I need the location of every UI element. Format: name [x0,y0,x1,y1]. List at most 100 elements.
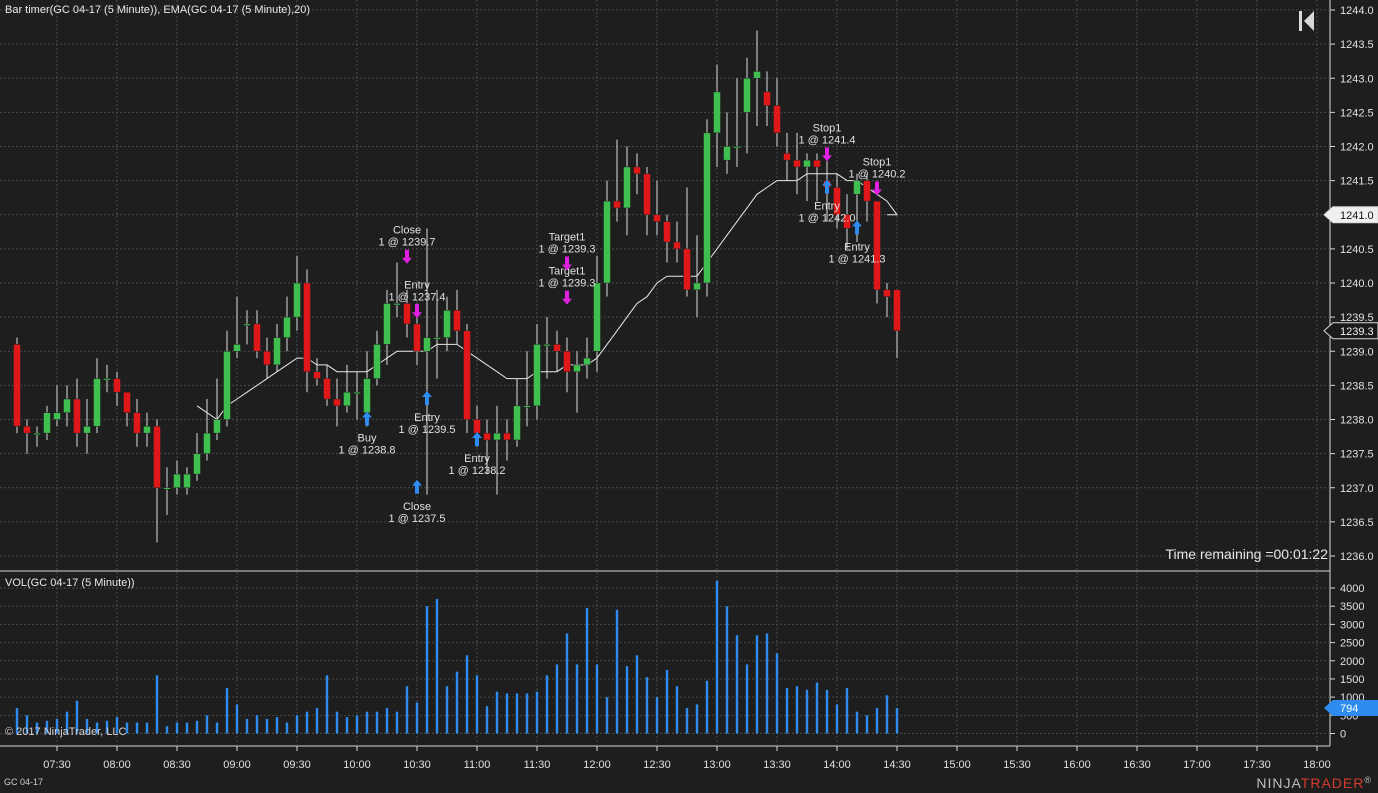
candle-up [373,344,381,379]
trade-label: Entry [414,412,440,424]
candle-up [243,323,251,326]
buy-arrow-marker: Buy1 @ 1238.8 [338,411,396,457]
volume-bars [15,580,899,734]
candle-up [533,344,541,407]
price-marker: 1241.0 [1323,206,1378,224]
volume-bar [635,655,639,734]
candle-up [853,180,861,195]
volume-bar [555,664,559,734]
volume-bar [875,708,879,734]
candle-up [743,78,751,113]
volume-bar [435,598,439,734]
candle-down [13,344,21,427]
volume-bar [685,708,689,734]
volume-bar [195,720,199,734]
candle-down [263,351,271,366]
volume-bar [345,717,349,734]
volume-bar [185,722,189,734]
volume-bar [155,675,159,734]
volume-bar [675,686,679,734]
time-tick-label: 13:30 [763,759,791,771]
candle-down [303,282,311,372]
volume-bar [515,693,519,734]
trade-detail: 1 @ 1238.2 [448,465,505,477]
candle-down [313,371,321,379]
candle-up [493,432,501,441]
volume-bar [545,675,549,734]
down-arrow-icon [412,304,422,319]
trade-detail: 1 @ 1239.7 [378,237,435,249]
volume-bar [755,635,759,734]
candle-down [73,398,81,434]
trade-label: Entry [404,279,430,291]
price-marker-label: 1239.3 [1340,326,1374,338]
candle-up [163,487,171,490]
candle-down [483,432,491,441]
volume-bar [165,726,169,734]
volume-bar [305,711,309,734]
candle-down [553,344,561,352]
trade-detail: 1 @ 1242.0 [798,212,855,224]
trade-detail: 1 @ 1240.2 [848,168,905,180]
volume-bar [745,664,749,734]
candle-down [253,323,261,352]
volume-bar [285,722,289,734]
volume-bar [235,704,239,734]
time-tick-label: 09:30 [283,759,311,771]
sell-arrow-marker: Target11 @ 1239.3 [538,266,596,305]
volume-bar [495,691,499,734]
candle-up [433,337,441,340]
time-tick-label: 08:00 [103,759,131,771]
price-tick-label: 1243.0 [1340,73,1374,85]
price-tick-label: 1237.5 [1340,449,1374,461]
candle-down [643,173,651,216]
candle-down [23,426,31,434]
volume-bar [315,708,319,734]
volume-bar [595,664,599,734]
volume-bar [175,722,179,734]
candle-down [633,166,641,175]
candle-down [473,419,481,434]
price-tick-label: 1238.0 [1340,415,1374,427]
trade-detail: 1 @ 1241.3 [828,253,885,265]
trade-label: Entry [464,453,490,465]
price-tick-label: 1244.0 [1340,5,1374,17]
candle-up [233,344,241,352]
candle-up [523,405,531,408]
candle-up [63,398,71,413]
volume-bar [525,693,529,734]
volume-bar [765,633,769,734]
candle-up [93,378,101,427]
time-tick-label: 16:30 [1123,759,1151,771]
candle-down [463,330,471,420]
price-tick-label: 1240.5 [1340,244,1374,256]
time-tick-label: 09:00 [223,759,251,771]
time-tick-label: 17:30 [1243,759,1271,771]
candle-down [123,391,131,413]
price-tick-label: 1236.5 [1340,517,1374,529]
candle-down [663,221,671,243]
candle-down [413,323,421,352]
time-tick-label: 10:00 [343,759,371,771]
volume-bar [355,715,359,734]
candle-down [503,432,511,441]
volume-bar [885,695,889,734]
collapse-left-icon[interactable] [1298,10,1316,32]
volume-bar [895,708,899,734]
volume-bar [245,718,249,734]
candle-up [143,426,151,434]
time-tick-label: 16:00 [1063,759,1091,771]
volume-bar [565,633,569,734]
candle-up [543,344,551,347]
candle-down [893,289,901,332]
candle-down [883,289,891,297]
volume-bar [535,691,539,734]
volume-bar [425,606,429,734]
volume-bar [645,677,649,734]
down-arrow-icon [822,147,832,162]
candle-up [393,303,401,306]
volume-bar [855,711,859,734]
down-arrow-icon [562,290,572,305]
volume-bar [585,608,589,734]
volume-bar [365,711,369,734]
